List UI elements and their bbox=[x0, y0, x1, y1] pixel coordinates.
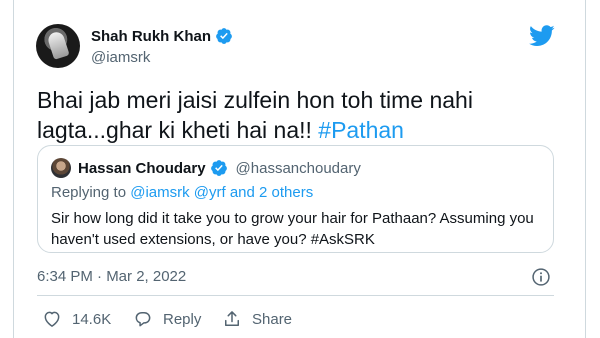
replying-to: Replying to @iamsrk @yrf and 2 others bbox=[51, 184, 313, 201]
twitter-bird-icon[interactable] bbox=[529, 25, 555, 47]
replying-to-users[interactable]: @iamsrk @yrf and 2 others bbox=[130, 184, 313, 201]
quoted-tweet[interactable]: Hassan Choudary @hassanchoudary Replying… bbox=[37, 145, 554, 253]
quoted-avatar[interactable] bbox=[51, 158, 71, 178]
quoted-text: Sir how long did it take you to grow you… bbox=[51, 210, 534, 248]
avatar[interactable] bbox=[36, 24, 80, 68]
quoted-author-handle[interactable]: @hassanchoudary bbox=[236, 160, 361, 177]
divider bbox=[37, 295, 554, 296]
author-handle[interactable]: @iamsrk bbox=[91, 49, 150, 66]
info-icon[interactable] bbox=[531, 267, 551, 287]
share-icon bbox=[225, 311, 239, 326]
tweet-text: Bhai jab meri jaisi zulfein hon toh time… bbox=[37, 85, 557, 145]
replying-prefix: Replying to bbox=[51, 184, 131, 201]
reply-icon bbox=[135, 312, 151, 327]
verified-badge-icon bbox=[216, 28, 232, 44]
verified-badge-icon bbox=[210, 160, 227, 176]
reply-button[interactable]: Reply bbox=[133, 309, 201, 329]
reply-label: Reply bbox=[163, 310, 202, 328]
tweet-timestamp[interactable]: 6:34 PM · Mar 2, 2022 bbox=[37, 268, 186, 285]
quoted-name-row[interactable]: Hassan Choudary @hassanchoudary bbox=[78, 159, 361, 177]
author-name[interactable]: Shah Rukh Khan bbox=[91, 28, 211, 45]
quoted-author-name[interactable]: Hassan Choudary bbox=[78, 160, 206, 177]
share-button[interactable]: Share bbox=[222, 309, 292, 329]
tweet-body: Bhai jab meri jaisi zulfein hon toh time… bbox=[37, 87, 473, 143]
like-count: 14.6K bbox=[72, 310, 112, 328]
author-name-row[interactable]: Shah Rukh Khan bbox=[91, 27, 233, 45]
share-label: Share bbox=[252, 310, 293, 328]
hashtag-link[interactable]: #Pathan bbox=[318, 117, 404, 143]
heart-icon bbox=[44, 311, 60, 327]
like-button[interactable]: 14.6K bbox=[42, 309, 111, 329]
